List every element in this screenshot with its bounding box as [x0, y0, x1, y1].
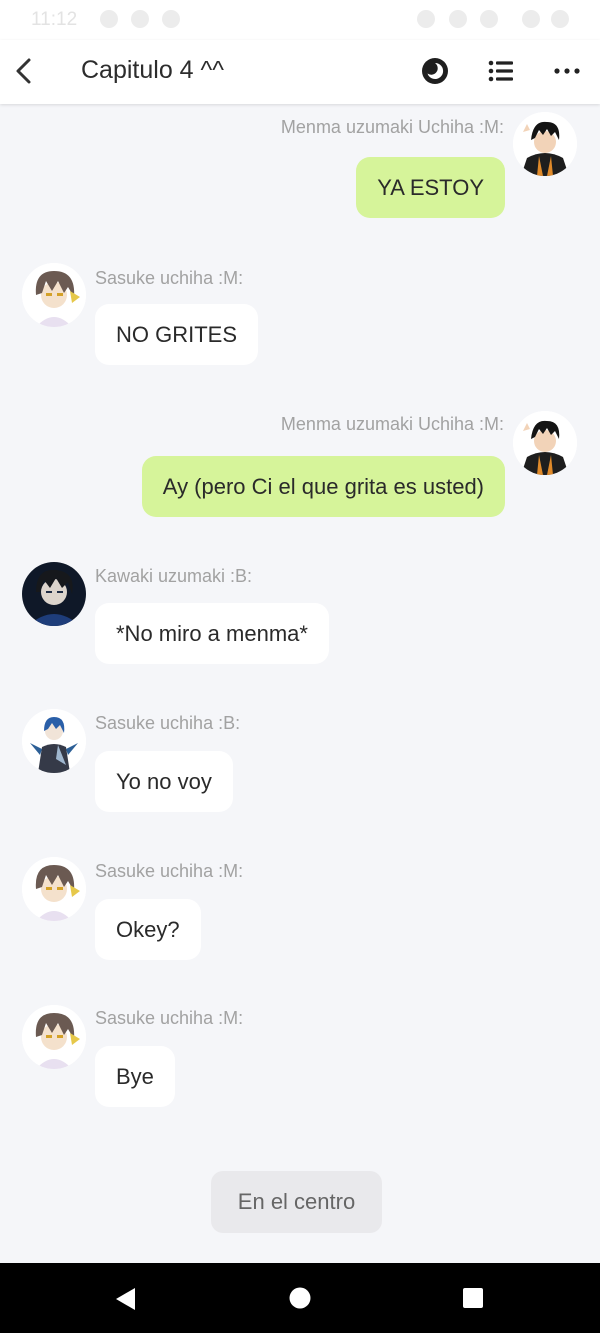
chapter-title: Capitulo 4 ^^ [81, 56, 224, 84]
message-bubble[interactable]: Bye [95, 1046, 175, 1107]
message-bubble[interactable]: Ay (pero Ci el que grita es usted) [141, 456, 505, 517]
center-position-button[interactable]: En el centro [211, 1171, 382, 1233]
nav-recents-icon[interactable] [462, 1287, 484, 1309]
avatar[interactable] [22, 562, 86, 626]
avatar[interactable] [22, 1005, 86, 1069]
chat-notification-icon [100, 10, 118, 28]
message-bubble[interactable]: Okey? [95, 899, 201, 960]
sender-name: Sasuke uchiha :M: [95, 861, 244, 881]
status-bar: 11:12 [0, 0, 600, 40]
avatar[interactable] [513, 112, 577, 176]
vibrate-icon [449, 10, 467, 28]
sender-name: Sasuke uchiha :M: [95, 268, 244, 288]
sender-name: Kawaki uzumaki :B: [95, 566, 253, 586]
message-notification-icon [162, 10, 180, 28]
list-icon[interactable] [488, 58, 514, 84]
night-mode-icon[interactable] [421, 57, 449, 85]
nav-home-icon[interactable] [289, 1287, 311, 1309]
alarm-icon [417, 10, 435, 28]
signal-icon [522, 10, 540, 28]
avatar[interactable] [22, 263, 86, 327]
sender-name: Menma uzumaki Uchiha :M: [280, 414, 504, 434]
sender-name: Menma uzumaki Uchiha :M: [280, 117, 504, 137]
back-icon[interactable] [10, 54, 40, 88]
whatsapp-notification-icon [131, 10, 149, 28]
avatar[interactable] [513, 411, 577, 475]
more-options-icon[interactable] [553, 66, 581, 76]
status-time: 11:12 [31, 9, 78, 30]
top-app-bar: Capitulo 4 ^^ [0, 40, 600, 104]
battery-icon [551, 10, 569, 28]
message-bubble[interactable]: *No miro a menma* [95, 603, 329, 664]
avatar[interactable] [22, 857, 86, 921]
sender-name: Sasuke uchiha :M: [95, 1008, 244, 1028]
wifi-icon [480, 10, 498, 28]
message-bubble[interactable]: YA ESTOY [356, 157, 505, 218]
message-bubble[interactable]: Yo no voy [95, 751, 233, 812]
avatar[interactable] [22, 709, 86, 773]
sender-name: Sasuke uchiha :B: [95, 713, 241, 733]
message-bubble[interactable]: NO GRITES [95, 304, 259, 365]
system-nav-bar [0, 1263, 600, 1333]
nav-back-icon[interactable] [115, 1287, 137, 1311]
